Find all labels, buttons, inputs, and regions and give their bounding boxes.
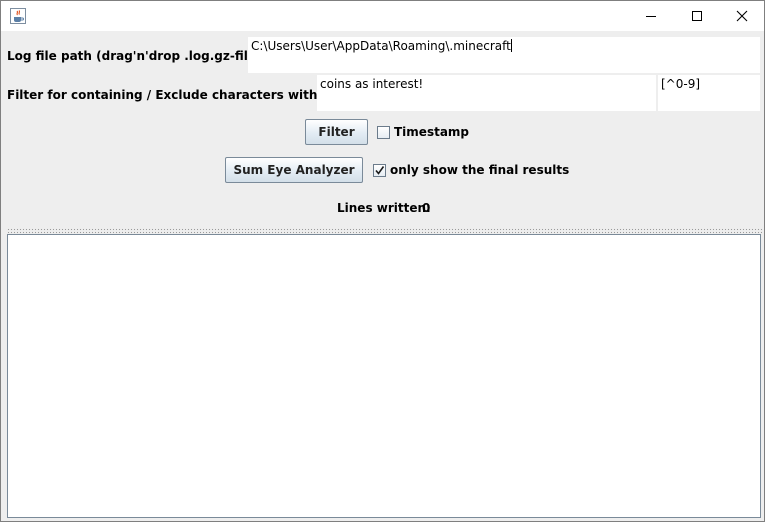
sum-eye-analyzer-button[interactable]: Sum Eye Analyzer (225, 157, 363, 183)
java-cup-icon (10, 8, 26, 24)
log-path-input[interactable]: C:\Users\User\AppData\Roaming\.minecraft (248, 37, 760, 73)
close-button[interactable] (719, 1, 765, 31)
text-caret (510, 39, 512, 52)
controls-panel: Log file path (drag'n'drop .log.gz-file … (7, 32, 762, 227)
final-results-label: only show the final results (390, 163, 570, 177)
app-window: Log file path (drag'n'drop .log.gz-file … (0, 0, 765, 522)
lines-written-count: 0 (422, 201, 431, 215)
minimize-button[interactable] (628, 1, 674, 31)
close-icon (736, 10, 748, 22)
final-results-checkbox[interactable] (373, 164, 386, 177)
log-path-value: C:\Users\User\AppData\Roaming\.minecraft (251, 39, 511, 53)
output-text-area[interactable] (7, 234, 761, 518)
maximize-button[interactable] (674, 1, 720, 31)
timestamp-checkbox[interactable] (377, 126, 390, 139)
exclude-regex-input[interactable]: [^0-9] (658, 75, 760, 111)
lines-written-label: Lines written: (337, 201, 431, 215)
minimize-icon (646, 16, 656, 17)
filter-input[interactable]: coins as interest! (317, 75, 656, 111)
filter-button[interactable]: Filter (305, 119, 368, 145)
timestamp-label: Timestamp (394, 125, 470, 139)
title-bar[interactable] (1, 1, 764, 31)
checkmark-icon (375, 166, 385, 175)
maximize-icon (692, 11, 702, 21)
